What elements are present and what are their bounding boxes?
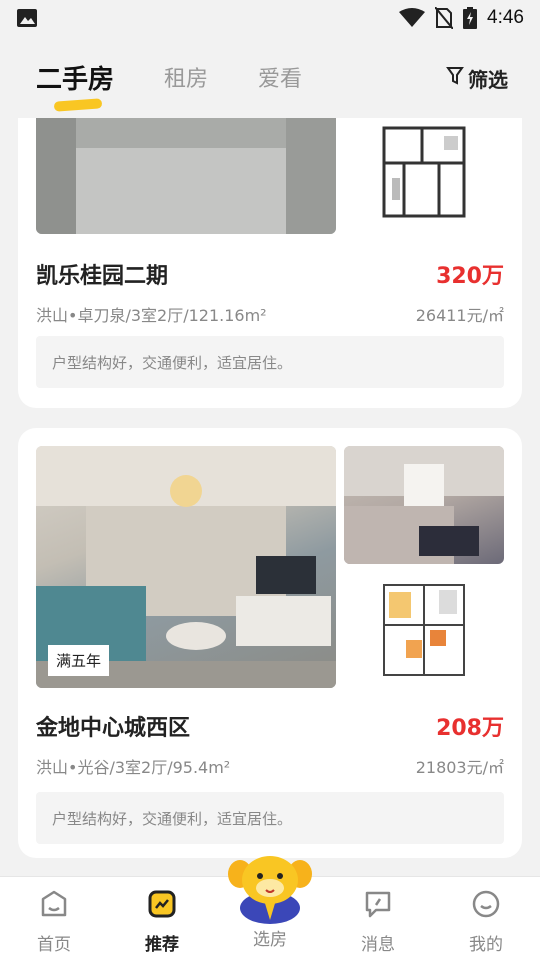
tab-second-hand[interactable]: 二手房 — [36, 59, 115, 112]
listing-meta: 洪山•光谷/3室2厅/95.4m² — [36, 758, 231, 777]
floorplan-image[interactable] — [344, 118, 504, 234]
message-icon — [363, 889, 393, 924]
listing-card[interactable]: 满五年 金地中心城西区 208万 洪山•光谷/3室2厅/95.4m² 21803… — [18, 428, 522, 858]
header: 二手房 租房 爱看 筛选 — [0, 36, 540, 118]
listing-meta: 洪山•卓刀泉/3室2厅/121.16m² — [36, 306, 267, 325]
tab-label: 二手房 — [36, 64, 115, 95]
active-tab-indicator — [53, 97, 103, 112]
listing-price: 320万 — [436, 264, 504, 289]
profile-icon — [471, 889, 501, 924]
nav-label: 我的 — [469, 935, 503, 955]
nav-home[interactable]: 首页 — [0, 877, 108, 960]
nav-label: 首页 — [37, 935, 71, 955]
nav-messages[interactable]: 消息 — [324, 877, 432, 960]
listing-title[interactable]: 金地中心城西区 — [36, 710, 190, 742]
listing-description: 户型结构好，交通便利，适宜居住。 — [36, 792, 504, 844]
nav-label: 推荐 — [145, 935, 179, 955]
status-bar: 4:46 — [0, 0, 540, 36]
listing-card[interactable]: 凯乐桂园二期 320万 洪山•卓刀泉/3室2厅/121.16m² 26411元/… — [18, 118, 522, 408]
listing-feed[interactable]: 凯乐桂园二期 320万 洪山•卓刀泉/3室2厅/121.16m² 26411元/… — [0, 118, 540, 876]
listing-description: 户型结构好，交通便利，适宜居住。 — [36, 336, 504, 388]
nav-label: 消息 — [361, 935, 395, 955]
listing-price: 208万 — [436, 716, 504, 741]
clock: 4:46 — [487, 7, 524, 28]
listing-photo-secondary[interactable] — [344, 446, 504, 564]
filter-icon — [446, 66, 464, 91]
listing-unit-price: 21803元/㎡ — [415, 758, 504, 777]
tab-label: 爱看 — [258, 67, 303, 92]
listing-unit-price: 26411元/㎡ — [415, 306, 504, 325]
no-sim-icon — [435, 7, 454, 29]
tab-rent[interactable]: 租房 — [164, 61, 208, 93]
image-icon — [16, 8, 38, 28]
mascot-icon[interactable] — [228, 850, 312, 924]
floorplan-image[interactable] — [344, 570, 504, 688]
listing-title[interactable]: 凯乐桂园二期 — [36, 258, 168, 290]
listing-badge: 满五年 — [48, 645, 110, 676]
nav-profile[interactable]: 我的 — [432, 877, 540, 960]
wifi-icon — [399, 8, 426, 28]
nav-label: 选房 — [253, 930, 287, 950]
filter-button[interactable]: 筛选 — [446, 64, 508, 93]
battery-charging-icon — [463, 7, 478, 29]
nav-recommend[interactable]: 推荐 — [108, 877, 216, 960]
home-icon — [39, 889, 69, 924]
filter-label: 筛选 — [468, 68, 508, 92]
recommend-icon — [147, 889, 177, 924]
listing-photo[interactable] — [36, 118, 336, 234]
tab-favorites[interactable]: 爱看 — [258, 61, 302, 93]
listing-photo[interactable]: 满五年 — [36, 446, 336, 688]
tab-label: 租房 — [164, 67, 209, 92]
